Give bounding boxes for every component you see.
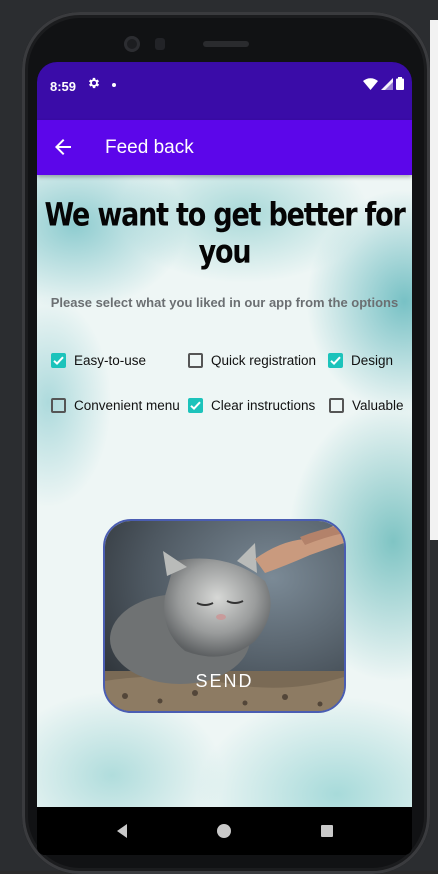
sensor-icon (155, 38, 165, 50)
checkbox-label: Design (351, 353, 394, 368)
checkbox-quick-registration[interactable]: Quick registration (188, 353, 316, 368)
checkbox-label: Convenient menu (74, 398, 180, 413)
checkbox-convenient-menu[interactable]: Convenient menu (51, 398, 180, 413)
send-button[interactable]: SEND (103, 519, 346, 713)
back-triangle-icon[interactable] (115, 823, 129, 839)
recents-square-icon[interactable] (321, 825, 333, 837)
feedback-content: We want to get better for you Please sel… (37, 175, 412, 807)
subtitle: Please select what you liked in our app … (50, 295, 399, 310)
page-title: Feed back (105, 137, 194, 158)
checkbox-easy-to-use[interactable]: Easy-to-use (51, 353, 146, 368)
checkbox-checked-icon[interactable] (328, 353, 343, 368)
checkbox-checked-icon[interactable] (188, 398, 203, 413)
earpiece-speaker (203, 41, 249, 47)
device-screen: 8:59 Feed back We want to get better for… (37, 62, 412, 855)
status-icons (363, 77, 404, 90)
signal-icon (381, 77, 393, 90)
dot-icon (112, 83, 116, 87)
arrow-left-icon[interactable] (51, 135, 75, 159)
checkbox-unchecked-icon[interactable] (188, 353, 203, 368)
checkbox-label: Easy-to-use (74, 353, 147, 368)
checkbox-label: Valuable (352, 398, 404, 413)
checkbox-valuable[interactable]: Valuable (329, 398, 404, 413)
checkbox-checked-icon[interactable] (51, 353, 66, 368)
wifi-icon (363, 77, 378, 90)
ide-side-panel (430, 20, 438, 540)
send-label: SEND (195, 671, 254, 691)
home-circle-icon[interactable] (217, 824, 231, 838)
checkbox-label: Quick registration (211, 353, 317, 368)
status-bar: 8:59 (37, 62, 412, 120)
checkbox-unchecked-icon[interactable] (51, 398, 66, 413)
checkbox-unchecked-icon[interactable] (329, 398, 344, 413)
status-time: 8:59 (50, 79, 77, 94)
gear-icon (87, 76, 101, 94)
battery-icon (396, 77, 404, 90)
front-camera-icon (124, 36, 140, 52)
checkbox-clear-instructions[interactable]: Clear instructions (188, 398, 315, 413)
checkbox-label: Clear instructions (211, 398, 316, 413)
app-bar: Feed back (37, 120, 412, 175)
system-navigation-bar (37, 807, 412, 855)
checkbox-design[interactable]: Design (328, 353, 393, 368)
headline: We want to get better for you (44, 197, 405, 271)
